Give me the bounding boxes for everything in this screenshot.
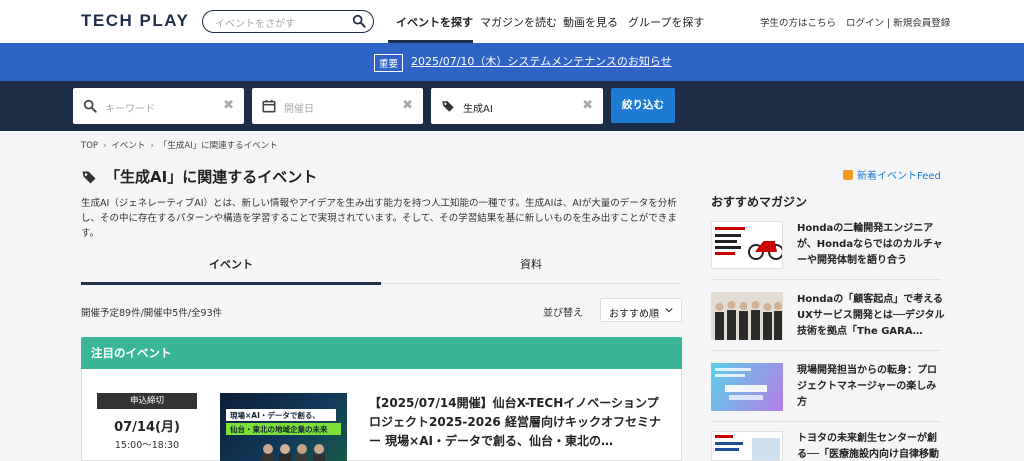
nav-find-groups[interactable]: グループを探す: [628, 14, 704, 30]
recommended-magazine-heading: おすすめマガジン: [711, 195, 808, 209]
search-placeholder: イベントをさがす: [215, 19, 295, 30]
student-link[interactable]: 学生の方はこちら: [760, 15, 836, 29]
magazine-title[interactable]: 現場開発担当からの転身：プロジェクトマネージャーの楽しみ方: [797, 363, 945, 411]
event-date: 07/14(月): [114, 420, 180, 435]
nav-find-events[interactable]: イベントを探す: [396, 14, 473, 30]
sort-select[interactable]: おすすめ順: [600, 298, 682, 322]
sort-value: おすすめ順: [609, 309, 659, 320]
featured-events-header: 注目のイベント: [81, 337, 682, 369]
nav-read-magazine[interactable]: マガジンを読む: [480, 14, 557, 30]
filter-bar: キーワード ✖ 開催日 ✖ 生成AI ✖: [0, 81, 1024, 131]
divider: [711, 421, 941, 422]
chevron-right-icon: ›: [150, 141, 154, 151]
search-icon[interactable]: [352, 14, 366, 28]
event-title[interactable]: 【2025/07/14開催】仙台X-TECHイノベーションプロジェクト2025-…: [369, 394, 664, 451]
magazine-thumbnail[interactable]: [711, 363, 783, 411]
magazine-thumbnail[interactable]: [711, 221, 783, 269]
page-title: 「生成AI」に関連するイベント: [105, 168, 318, 186]
sort-label: 並び替え: [543, 308, 583, 319]
featured-heading: 注目のイベント: [91, 346, 172, 360]
nav-watch-videos[interactable]: 動画を見る: [563, 14, 618, 30]
feed-link[interactable]: 新着イベントFeed: [843, 167, 941, 182]
tag-icon: [442, 101, 454, 112]
date-field[interactable]: 開催日 ✖: [252, 88, 423, 124]
keyword-placeholder: キーワード: [105, 104, 155, 115]
magazine-title[interactable]: Hondaの二輪開発エンジニアが、Hondaならではのカルチャーや開発体制を語り…: [797, 221, 945, 269]
login-register-link[interactable]: ログイン | 新規会員登録: [846, 15, 950, 29]
career-talk-image: [715, 368, 767, 400]
event-thumbnail[interactable]: 現場×AI・データで創る、 仙台・東北の地域企業の未来: [220, 393, 347, 461]
tab-active-indicator: [81, 282, 381, 285]
date-placeholder: 開催日: [284, 104, 314, 115]
toyota-article-image: [715, 435, 780, 460]
thumb-text: 仙台・東北の地域企業の未来: [230, 425, 328, 434]
breadcrumb-top[interactable]: TOP: [81, 141, 98, 151]
tab-events[interactable]: イベント: [209, 256, 253, 272]
group-photo: [711, 292, 783, 340]
tag-icon: [82, 171, 96, 184]
magazine-thumbnail[interactable]: [711, 292, 783, 340]
divider: [711, 350, 941, 351]
search-icon: [83, 99, 97, 113]
event-time: 15:00〜18:30: [114, 440, 180, 451]
tab-documents[interactable]: 資料: [520, 256, 542, 272]
notice-link[interactable]: 2025/07/10（木）システムメンテナンスのお知らせ: [411, 53, 672, 69]
magazine-title[interactable]: Hondaの「顧客起点」で考えるUXサービス開発とは──デジタル技術を拠点「Th…: [797, 292, 945, 340]
divider: [711, 279, 941, 280]
important-badge: 重要: [374, 54, 404, 72]
search-input[interactable]: イベントをさがす: [202, 10, 374, 33]
breadcrumb: TOP › イベント › 「生成AI」に関連するイベント: [81, 139, 278, 151]
clear-icon[interactable]: ✖: [223, 98, 234, 113]
breadcrumb-events[interactable]: イベント: [111, 141, 145, 151]
event-counts: 開催予定89件/開催中5件/全93件: [81, 308, 223, 319]
tag-value: 生成AI: [463, 104, 493, 115]
chevron-right-icon: ›: [103, 141, 107, 151]
breadcrumb-current: 「生成AI」に関連するイベント: [158, 141, 278, 151]
magazine-thumbnail[interactable]: [711, 431, 783, 461]
speaker-photos: [262, 444, 325, 461]
site-header: TECH PLAY イベントをさがす イベントを探す マガジンを読む 動画を見る…: [0, 0, 1024, 43]
notice-bar: 重要 2025/07/10（木）システムメンテナンスのお知らせ: [0, 43, 1024, 81]
keyword-field[interactable]: キーワード ✖: [73, 88, 244, 124]
tag-description: 生成AI（ジェネレーティブAI）とは、新しい情報やアイデアを生み出す能力を持つ人…: [81, 198, 677, 239]
thumb-text: 現場×AI・データで創る、: [230, 411, 320, 420]
magazine-title[interactable]: トヨタの未来創生センターが創る──「医療施設内向け自律移動: [797, 431, 945, 461]
motorcycle-image: [715, 227, 782, 260]
clear-icon[interactable]: ✖: [402, 98, 413, 113]
tag-field[interactable]: 生成AI ✖: [431, 88, 603, 124]
filter-submit-button[interactable]: 絞り込む: [611, 88, 675, 123]
calendar-icon: [262, 99, 276, 113]
deadline-badge: 申込締切: [97, 393, 197, 409]
chevron-down-icon: [665, 307, 673, 313]
logo[interactable]: TECH PLAY: [81, 11, 189, 31]
clear-icon[interactable]: ✖: [582, 98, 593, 113]
rss-icon: [843, 170, 853, 180]
feed-link-label: 新着イベントFeed: [857, 171, 941, 182]
